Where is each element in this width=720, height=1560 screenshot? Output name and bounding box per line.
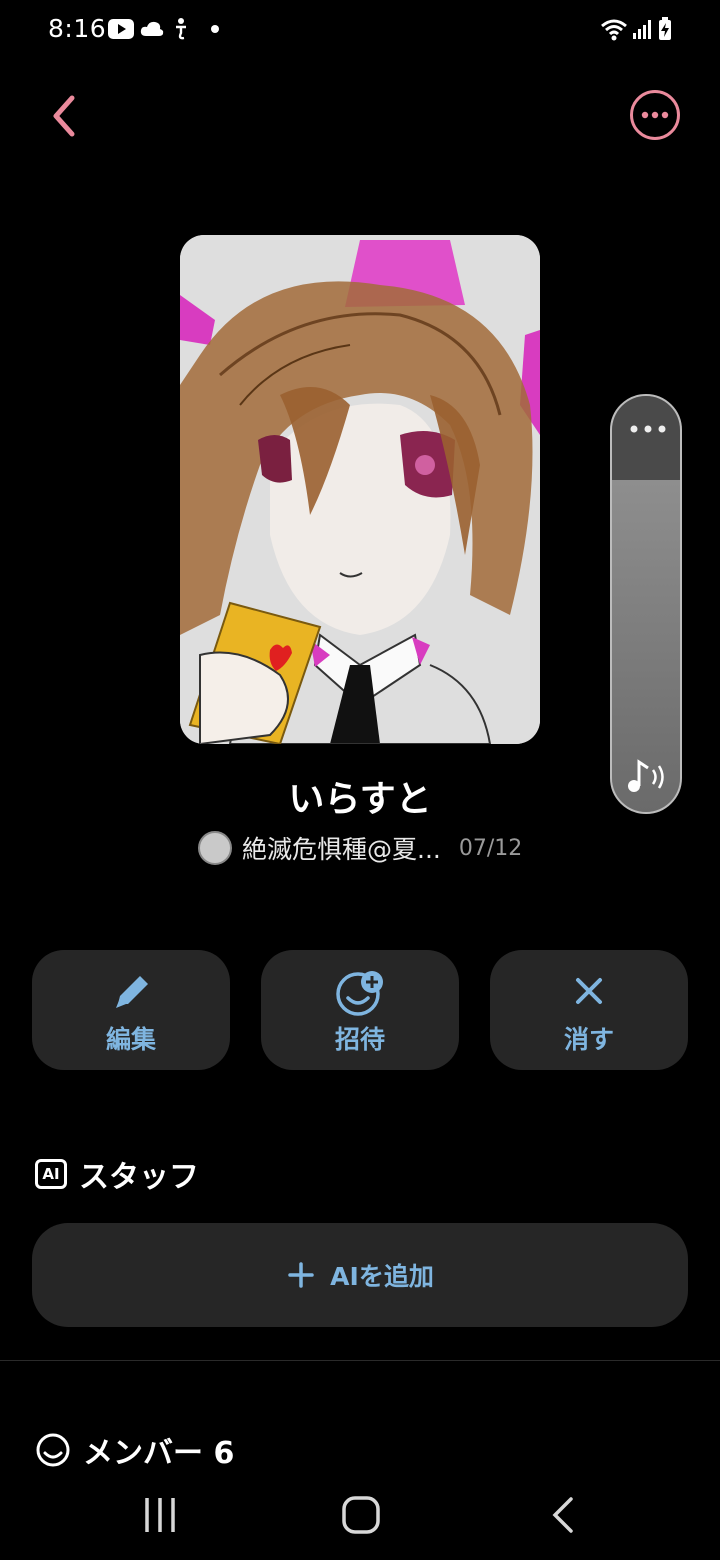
add-ai-label: AIを追加 <box>330 1262 434 1291</box>
delete-label: 消す <box>563 1025 614 1054</box>
add-ai-button[interactable]: AIを追加 <box>32 1223 688 1327</box>
add-smiley-icon <box>336 971 383 1016</box>
invite-label: 招待 <box>334 1025 385 1054</box>
more-horizontal-icon <box>630 425 666 433</box>
edit-button[interactable]: 編集 <box>32 950 230 1070</box>
home-icon[interactable] <box>340 1495 382 1535</box>
youtube-icon <box>108 19 134 39</box>
members-header[interactable]: メンバー 6 <box>35 1428 234 1472</box>
signal-icon <box>633 20 651 39</box>
smiley-icon <box>36 1433 70 1467</box>
ai-staff-header: AI スタッフ <box>35 1152 199 1196</box>
recent-apps-icon[interactable] <box>140 1495 180 1535</box>
chevron-left-icon <box>53 95 75 137</box>
ai-staff-title: スタッフ <box>79 1160 199 1195</box>
cloud-icon <box>140 21 164 36</box>
close-icon <box>576 978 602 1004</box>
slider-menu-area[interactable] <box>612 396 680 480</box>
owner-avatar[interactable] <box>198 831 232 865</box>
invite-button[interactable]: 招待 <box>261 950 459 1070</box>
edit-label: 編集 <box>105 1025 156 1054</box>
room-title: いらすと <box>288 779 432 820</box>
side-volume-slider[interactable] <box>610 394 682 814</box>
more-horizontal-icon <box>641 111 669 119</box>
section-divider <box>0 1360 720 1361</box>
notification-dot-icon <box>211 25 219 33</box>
owner-row[interactable]: 絶滅危惧種@夏... 07/12 <box>198 830 522 866</box>
members-title: メンバー 6 <box>83 1436 235 1471</box>
status-time: 8:16 <box>48 14 107 43</box>
back-button[interactable] <box>40 92 90 140</box>
anime-illustration-image <box>180 235 540 744</box>
system-nav-bar <box>0 1470 720 1560</box>
ai-badge-icon: AI <box>35 1159 67 1189</box>
status-bar: 8:16 <box>0 0 720 60</box>
more-options-button[interactable] <box>630 90 680 140</box>
owner-name[interactable]: 絶滅危惧種@夏... <box>242 830 441 866</box>
pencil-icon <box>116 976 148 1008</box>
wifi-icon <box>601 19 627 41</box>
plus-icon <box>288 1262 314 1288</box>
room-cover-image[interactable] <box>180 235 540 744</box>
back-nav-icon[interactable] <box>545 1495 581 1535</box>
accessibility-icon <box>176 18 186 40</box>
delete-button[interactable]: 消す <box>490 950 688 1070</box>
created-date: 07/12 <box>458 835 523 861</box>
battery-charging-icon <box>659 17 671 40</box>
